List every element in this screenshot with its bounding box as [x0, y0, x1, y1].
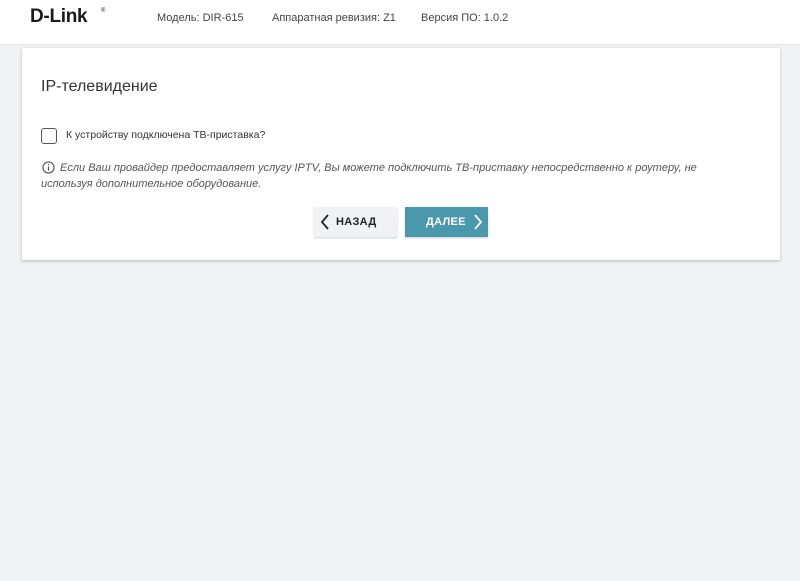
next-button-label: ДАЛЕЕ [426, 216, 466, 228]
stb-connected-label[interactable]: К устройству подключена ТВ-приставка? [66, 129, 265, 141]
fw-version-info: Версия ПО: 1.0.2 [421, 12, 509, 24]
logo-registered-mark: ® [101, 8, 106, 14]
info-text: Если Ваш провайдер предоставляет услугу … [41, 162, 697, 190]
page-title: IP-телевидение [41, 78, 158, 95]
chevron-left-icon [320, 214, 329, 230]
iptv-card: IP-телевидение К устройству подключена Т… [22, 48, 780, 260]
stb-connected-checkbox[interactable] [41, 128, 57, 144]
dlink-logo: D-Link [30, 6, 88, 27]
model-info: Модель: DIR-615 [157, 12, 244, 24]
hw-revision-info: Аппаратная ревизия: Z1 [272, 12, 396, 24]
back-button[interactable]: НАЗАД [314, 207, 397, 237]
back-button-label: НАЗАД [336, 216, 377, 228]
next-button[interactable]: ДАЛЕЕ [405, 207, 488, 237]
chevron-right-icon [474, 214, 483, 230]
header-bar: D-Link ® Модель: DIR-615 Аппаратная реви… [0, 0, 800, 45]
info-icon [42, 161, 55, 174]
